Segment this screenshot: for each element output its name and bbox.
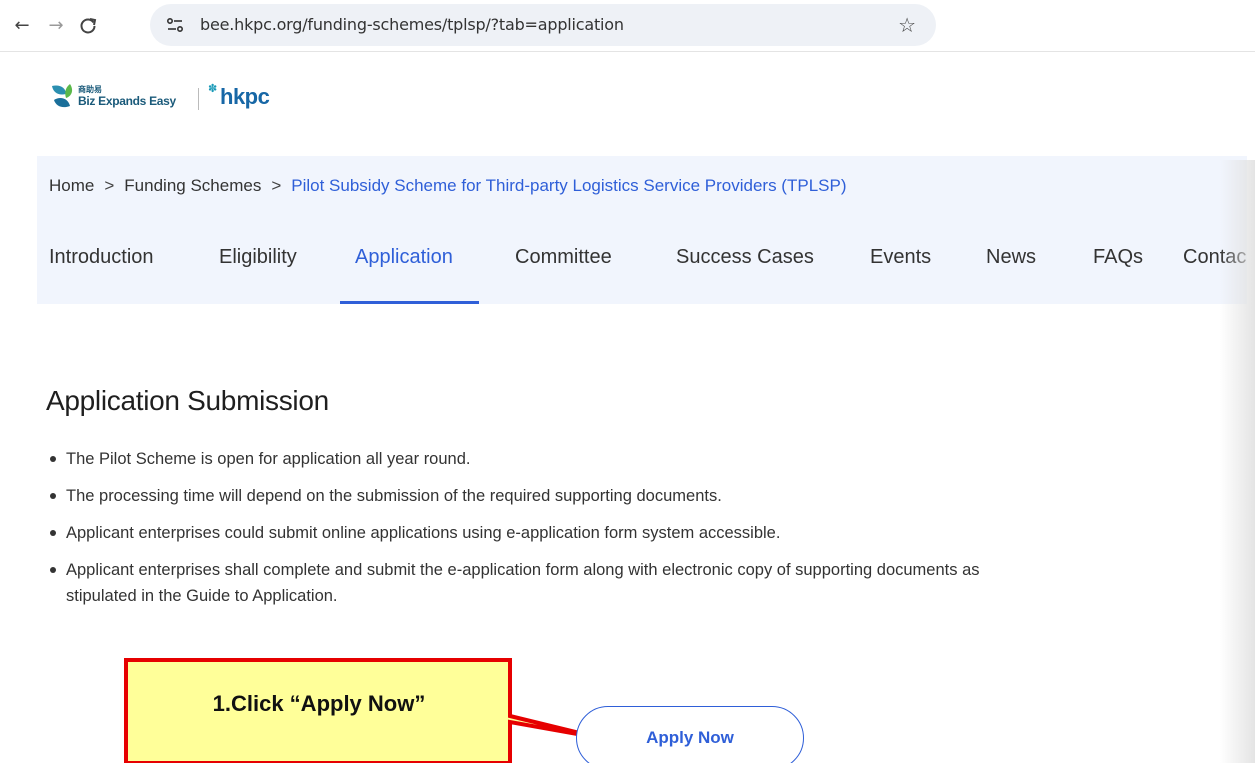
callout-text: 1.Click “Apply Now” xyxy=(212,691,426,716)
callout-annotation xyxy=(124,658,601,763)
apply-now-button[interactable]: Apply Now xyxy=(576,706,804,763)
